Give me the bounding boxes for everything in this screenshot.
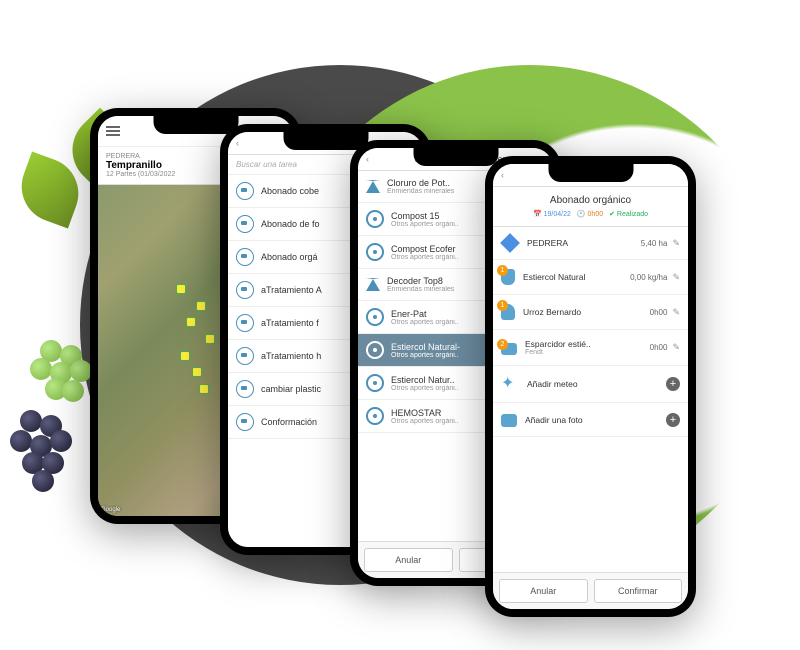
row-label: PEDRERA [527,238,641,248]
row-icon: 2 [501,343,517,355]
row-label: Añadir una foto [525,415,666,425]
parte-row[interactable]: 1 Estiercol Natural0,00 kg/ha ✎ [493,260,688,295]
row-label: Añadir meteo [527,379,666,389]
row-label: Estiercol Natural [523,272,630,282]
material-icon [366,407,384,425]
row-value: 5,40 ha [641,239,668,248]
back-icon[interactable]: ‹ [501,170,504,180]
confirm-button[interactable]: Confirmar [594,579,683,603]
cancel-button[interactable]: Anular [499,579,588,603]
tractor-icon [236,380,254,398]
material-icon [366,308,384,326]
button-bar: Anular Confirmar [493,572,688,609]
material-icon [366,243,384,261]
phone-parte: ‹ Parte Abonado orgánico 📅 19/04/22 🕐 0h… [485,156,696,617]
row-value: 0h00 [650,343,668,352]
row-icon: 1 [501,304,515,320]
cancel-button[interactable]: Anular [364,548,453,572]
back-icon[interactable]: ‹ [236,138,239,148]
parte-row[interactable]: PEDRERA5,40 ha ✎ [493,227,688,260]
count-badge: 1 [497,265,508,276]
tractor-icon [236,182,254,200]
material-icon [366,180,380,193]
material-icon [366,278,380,291]
row-sublabel: Fendt [525,349,650,356]
parte-row[interactable]: 2 Esparcidor estié..Fendt0h00 ✎ [493,330,688,366]
row-label: Urroz Bernardo [523,307,650,317]
edit-icon[interactable]: ✎ [672,272,680,283]
edit-icon[interactable]: ✎ [672,238,680,249]
tractor-icon [236,248,254,266]
back-icon[interactable]: ‹ [366,154,369,164]
parte-date: 📅 19/04/22 [533,210,571,218]
parte-status: ✔ Realizado [609,210,648,218]
tractor-icon [236,347,254,365]
parte-time: 🕐 0h00 [577,210,603,218]
tractor-icon [236,215,254,233]
material-icon [366,341,384,359]
material-icon [366,374,384,392]
parte-row[interactable]: Añadir una foto+ [493,403,688,437]
tractor-icon [236,281,254,299]
tractor-icon [236,413,254,431]
row-icon: 1 [501,269,515,285]
count-badge: 2 [497,339,508,350]
material-icon [366,210,384,228]
row-value: 0,00 kg/ha [630,273,667,282]
parte-task: Abonado orgánico [501,195,680,206]
edit-icon[interactable]: ✎ [672,342,680,353]
parte-row[interactable]: 1 Urroz Bernardo0h00 ✎ [493,295,688,330]
add-icon[interactable]: + [666,413,680,427]
parte-header: Abonado orgánico 📅 19/04/22 🕐 0h00 ✔ Rea… [493,187,688,227]
row-label: Esparcidor estié..Fendt [525,339,650,356]
tractor-icon [236,314,254,332]
row-icon [501,414,517,427]
menu-icon[interactable] [106,126,120,136]
count-badge: 1 [497,300,508,311]
row-icon [500,233,520,253]
parte-list: PEDRERA5,40 ha ✎ 1 Estiercol Natural0,00 kg… [493,227,688,572]
row-icon: ✦ [501,375,519,393]
edit-icon[interactable]: ✎ [672,307,680,318]
row-value: 0h00 [650,308,668,317]
parte-row[interactable]: ✦ Añadir meteo+ [493,366,688,403]
add-icon[interactable]: + [666,377,680,391]
